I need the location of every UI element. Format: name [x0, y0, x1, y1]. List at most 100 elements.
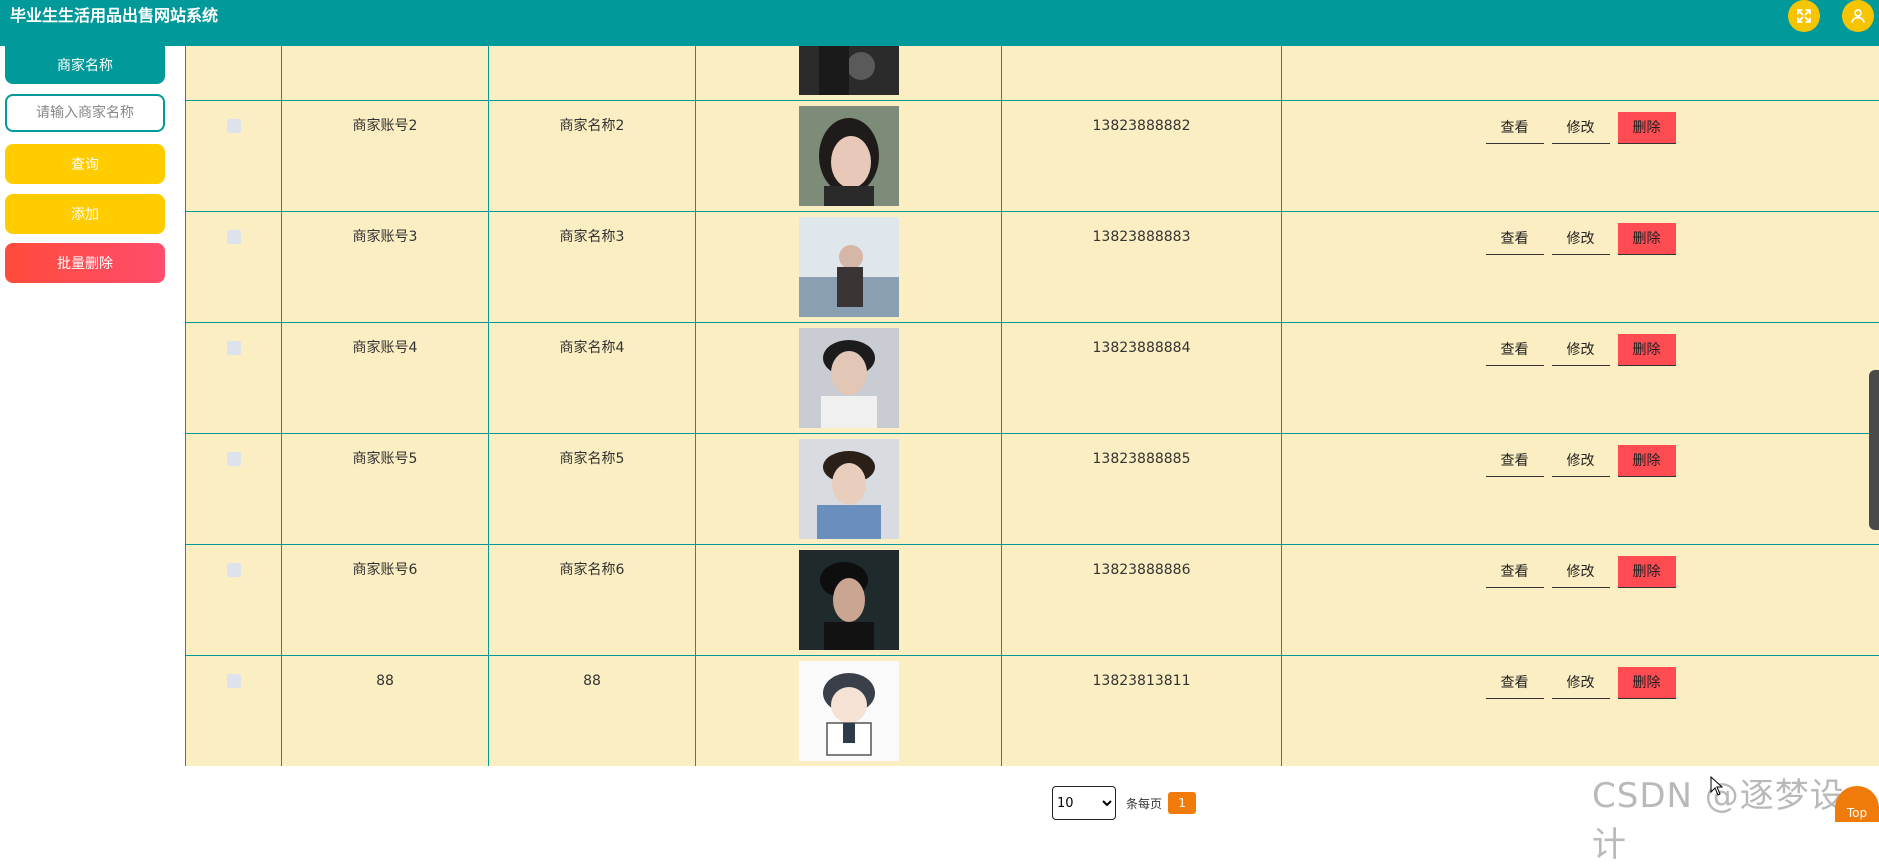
table-row: 商家账号6 商家名称6 13823888886 查看 修改 删除: [185, 545, 1879, 656]
edit-button[interactable]: 修改: [1551, 556, 1610, 588]
fullscreen-icon: [1797, 9, 1811, 23]
table-row: 商家账号2 商家名称2 13823888882 查看 修改 删除: [185, 101, 1879, 212]
checkbox-cell: [185, 656, 281, 766]
name-cell: 88: [488, 656, 695, 766]
checkbox-cell: [185, 212, 281, 322]
actions-cell: [1281, 46, 1879, 100]
actions-cell: 查看 修改 删除: [1281, 545, 1879, 655]
delete-button[interactable]: 删除: [1617, 667, 1676, 699]
row-checkbox[interactable]: [226, 452, 241, 466]
view-button[interactable]: 查看: [1485, 223, 1544, 255]
edit-button[interactable]: 修改: [1551, 112, 1610, 144]
name-text: 88: [583, 673, 601, 689]
view-button[interactable]: 查看: [1485, 667, 1544, 699]
fullscreen-button[interactable]: [1788, 0, 1820, 32]
checkbox-cell: [185, 545, 281, 655]
name-text: 商家名称2: [559, 118, 625, 134]
row-checkbox[interactable]: [226, 119, 241, 133]
account-cell: [281, 46, 488, 100]
page-size-select[interactable]: 10: [1052, 786, 1116, 820]
view-button[interactable]: 查看: [1485, 556, 1544, 588]
account-text: 商家账号6: [352, 562, 418, 578]
name-text: 商家名称5: [559, 451, 625, 467]
name-cell: 商家名称5: [488, 434, 695, 544]
edit-button[interactable]: 修改: [1551, 334, 1610, 366]
table-row: 商家账号3 商家名称3 13823888883 查看 修改 删除: [185, 212, 1879, 323]
photo-cell: [695, 323, 1001, 433]
side-scroll-handle[interactable]: [1869, 370, 1879, 530]
merchant-photo: [799, 328, 899, 428]
pagination: 10 条每页 1: [1052, 786, 1197, 820]
photo-cell: [695, 434, 1001, 544]
table-row: 88 88 13823813811 查看 修改 删除: [185, 656, 1879, 766]
merchant-photo: [799, 217, 899, 317]
phone-text: 13823813811: [1092, 673, 1191, 689]
back-to-top-button[interactable]: Top: [1835, 786, 1879, 822]
merchant-photo: [799, 661, 899, 761]
checkbox-cell: [185, 434, 281, 544]
actions-cell: 查看 修改 删除: [1281, 101, 1879, 211]
phone-text: 13823888886: [1092, 562, 1191, 578]
per-page-label: 条每页: [1126, 796, 1163, 811]
delete-button[interactable]: 删除: [1617, 112, 1676, 144]
name-cell: 商家名称3: [488, 212, 695, 322]
phone-text: [1002, 46, 1281, 62]
app-title: 毕业生生活用品出售网站系统: [10, 6, 219, 25]
photo-cell: [695, 46, 1001, 100]
edit-button[interactable]: 修改: [1551, 445, 1610, 477]
mouse-cursor-icon: [1710, 776, 1724, 796]
delete-button[interactable]: 删除: [1617, 223, 1676, 255]
actions-cell: 查看 修改 删除: [1281, 212, 1879, 322]
checkbox-cell: [185, 101, 281, 211]
table-row: [185, 46, 1879, 101]
name-text: 商家名称6: [559, 562, 625, 578]
name-cell: [488, 46, 695, 100]
name-text: 商家名称3: [559, 229, 625, 245]
row-checkbox[interactable]: [226, 674, 241, 688]
top-bar: 毕业生生活用品出售网站系统: [0, 0, 1879, 46]
user-icon: [1851, 9, 1865, 23]
photo-cell: [695, 656, 1001, 766]
row-checkbox[interactable]: [226, 230, 241, 244]
phone-cell: 13823888884: [1001, 323, 1281, 433]
query-button[interactable]: 查询: [5, 144, 165, 184]
user-button[interactable]: [1842, 0, 1874, 32]
name-cell: 商家名称2: [488, 101, 695, 211]
edit-button[interactable]: 修改: [1551, 667, 1610, 699]
photo-cell: [695, 545, 1001, 655]
account-text: 商家账号3: [352, 229, 418, 245]
page-number-button[interactable]: 1: [1168, 792, 1197, 814]
actions-cell: 查看 修改 删除: [1281, 434, 1879, 544]
add-button[interactable]: 添加: [5, 194, 165, 234]
delete-button[interactable]: 删除: [1617, 556, 1676, 588]
account-cell: 商家账号3: [281, 212, 488, 322]
edit-button[interactable]: 修改: [1551, 223, 1610, 255]
search-field-label: 商家名称: [5, 46, 165, 84]
phone-cell: 13823888885: [1001, 434, 1281, 544]
merchant-table: 商家账号2 商家名称2 13823888882 查看 修改 删除 商家账号3 商家名…: [185, 46, 1879, 766]
merchant-name-input[interactable]: [5, 94, 165, 132]
account-text: 商家账号5: [352, 451, 418, 467]
merchant-photo: [799, 106, 899, 206]
delete-button[interactable]: 删除: [1617, 445, 1676, 477]
row-checkbox[interactable]: [226, 341, 241, 355]
account-cell: 商家账号2: [281, 101, 488, 211]
view-button[interactable]: 查看: [1485, 112, 1544, 144]
name-text: 商家名称4: [559, 340, 625, 356]
delete-button[interactable]: 删除: [1617, 334, 1676, 366]
actions-cell: 查看 修改 删除: [1281, 656, 1879, 766]
account-cell: 88: [281, 656, 488, 766]
checkbox-cell: [185, 323, 281, 433]
photo-cell: [695, 101, 1001, 211]
phone-cell: [1001, 46, 1281, 100]
merchant-photo: [799, 439, 899, 539]
view-button[interactable]: 查看: [1485, 334, 1544, 366]
view-button[interactable]: 查看: [1485, 445, 1544, 477]
phone-text: 13823888884: [1092, 340, 1191, 356]
name-text: [489, 46, 695, 62]
batch-delete-button[interactable]: 批量删除: [5, 243, 165, 283]
phone-cell: 13823813811: [1001, 656, 1281, 766]
checkbox-cell: [185, 46, 281, 100]
row-checkbox[interactable]: [226, 563, 241, 577]
account-cell: 商家账号4: [281, 323, 488, 433]
